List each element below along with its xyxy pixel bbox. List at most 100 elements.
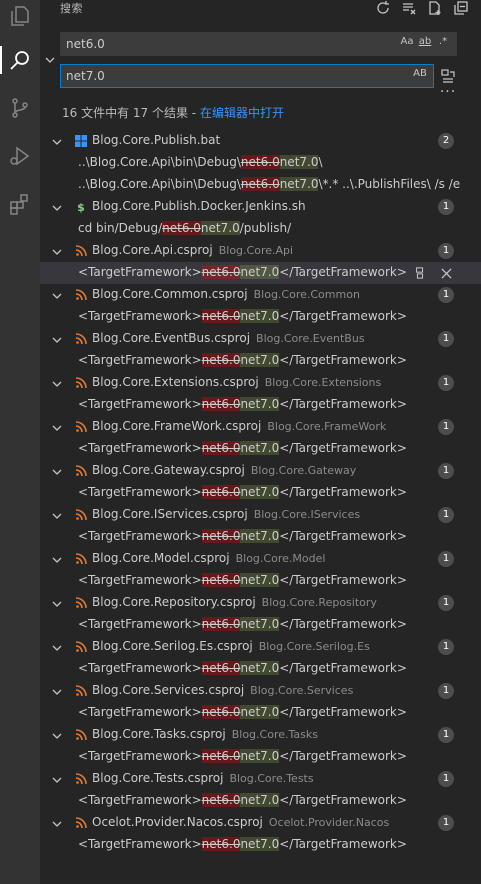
match-result-row[interactable]: <TargetFramework>net6.0net7.0</TargetFra… [40,570,481,592]
file-directory: Blog.Core.IServices [253,508,361,521]
search-input[interactable] [66,37,366,51]
chevron-down-icon[interactable] [52,554,62,564]
match-result-row[interactable]: <TargetFramework>net6.0net7.0</TargetFra… [40,526,481,548]
replace-input[interactable] [66,69,366,83]
match-removed: net6.0 [201,485,241,499]
file-result-row[interactable]: $ Blog.Core.Publish.Docker.Jenkins.sh 1 [40,196,481,218]
chevron-down-icon[interactable] [52,466,62,476]
shell-file-icon: $ [77,200,85,214]
chevron-down-icon[interactable] [52,290,62,300]
match-result-row[interactable]: <TargetFramework>net6.0net7.0</TargetFra… [40,614,481,636]
open-in-editor-link[interactable]: 在编辑器中打开 [200,106,284,120]
chevron-down-icon[interactable] [52,246,62,256]
chevron-down-icon[interactable] [52,378,62,388]
chevron-down-icon[interactable] [52,642,62,652]
use-regex-toggle[interactable]: .* [436,36,450,47]
file-directory: Blog.Core.Serilog.Es [258,640,370,653]
match-prefix: ..\Blog.Core.Api\bin\Debug\ [78,177,241,191]
dismiss-icon[interactable] [439,265,453,281]
match-result-row[interactable]: <TargetFramework>net6.0net7.0</TargetFra… [40,834,481,856]
match-count-badge: 1 [438,199,454,215]
file-result-row[interactable]: Blog.Core.Publish.bat 2 [40,130,481,152]
chevron-down-icon[interactable] [52,730,62,740]
results-summary: 16 文件中有 17 个结果 - 在编辑器中打开 [62,104,284,121]
chevron-down-icon[interactable] [52,818,62,828]
match-result-row[interactable]: ..\Blog.Core.Api\bin\Debug\net6.0net7.0\… [40,174,481,196]
file-name: Blog.Core.Extensions.csproj Blog.Core.Ext… [92,375,381,389]
file-result-row[interactable]: Blog.Core.EventBus.csproj Blog.Core.Event… [40,328,481,350]
chevron-down-icon[interactable] [52,334,62,344]
file-result-row[interactable]: Blog.Core.Services.csproj Blog.Core.Servi… [40,680,481,702]
match-actions [413,265,453,281]
search-icon[interactable] [0,40,40,80]
preserve-case-toggle[interactable]: AB [413,68,427,79]
new-search-editor-icon[interactable] [427,0,443,16]
match-inserted: net7.0 [240,485,280,499]
match-result-row[interactable]: <TargetFramework>net6.0net7.0</TargetFra… [40,790,481,812]
match-result-row[interactable]: <TargetFramework>net6.0net7.0</TargetFra… [40,746,481,768]
match-removed: net6.0 [240,177,280,191]
file-name: Blog.Core.EventBus.csproj Blog.Core.Event… [92,331,365,345]
file-result-row[interactable]: Blog.Core.Api.csproj Blog.Core.Api 1 [40,240,481,262]
file-result-row[interactable]: Ocelot.Provider.Nacos.csproj Ocelot.Provi… [40,812,481,834]
file-result-row[interactable]: Blog.Core.Repository.csproj Blog.Core.Rep… [40,592,481,614]
match-count-badge: 1 [438,727,454,743]
file-directory: Blog.Core.Tasks [231,728,318,741]
match-result-row[interactable]: <TargetFramework>net6.0net7.0</TargetFra… [40,702,481,724]
match-result-row[interactable]: <TargetFramework>net6.0net7.0</TargetFra… [40,394,481,416]
replace-icon[interactable] [413,265,427,281]
file-name-text: Blog.Core.IServices.csproj [92,507,248,521]
file-result-row[interactable]: Blog.Core.FrameWork.csproj Blog.Core.Fram… [40,416,481,438]
explorer-icon[interactable] [0,0,40,36]
file-result-row[interactable]: Blog.Core.Extensions.csproj Blog.Core.Ext… [40,372,481,394]
file-name-text: Blog.Core.Repository.csproj [92,595,256,609]
chevron-down-icon[interactable] [52,136,62,146]
match-result-row[interactable]: <TargetFramework>net6.0net7.0</TargetFra… [40,306,481,328]
run-debug-icon[interactable] [0,136,40,176]
chevron-down-icon[interactable] [52,598,62,608]
match-removed: net6.0 [201,309,241,323]
file-result-row[interactable]: Blog.Core.Serilog.Es.csproj Blog.Core.Ser… [40,636,481,658]
more-options-icon[interactable]: ··· [437,85,459,102]
toggle-replace-chevron-icon[interactable] [44,54,56,66]
refresh-icon[interactable] [375,0,391,16]
match-result-row[interactable]: <TargetFramework>net6.0net7.0</TargetFra… [40,482,481,504]
match-removed: net6.0 [201,265,241,279]
chevron-down-icon[interactable] [52,510,62,520]
match-result-row[interactable]: <TargetFramework>net6.0net7.0</TargetFra… [40,658,481,680]
file-result-row[interactable]: Blog.Core.Model.csproj Blog.Core.Model 1 [40,548,481,570]
file-result-row[interactable]: Blog.Core.Gateway.csproj Blog.Core.Gatewa… [40,460,481,482]
match-result-row[interactable]: cd bin/Debug/net6.0net7.0/publish/ [40,218,481,240]
extensions-icon[interactable] [0,184,40,224]
replace-field[interactable]: AB [60,64,434,88]
clear-results-icon[interactable] [401,0,417,16]
match-result-row[interactable]: ..\Blog.Core.Api\bin\Debug\net6.0net7.0\ [40,152,481,174]
collapse-all-icon[interactable] [453,0,469,16]
chevron-down-icon[interactable] [52,686,62,696]
search-field[interactable]: Aa ab .* [60,32,457,56]
match-removed: net6.0 [201,441,241,455]
match-case-toggle[interactable]: Aa [400,36,414,47]
source-control-icon[interactable] [0,88,40,128]
file-directory: Blog.Core.Common [253,288,360,301]
match-text: <TargetFramework>net6.0net7.0</TargetFra… [78,309,407,323]
file-name-text: Blog.Core.Publish.Docker.Jenkins.sh [92,199,306,213]
file-result-row[interactable]: Blog.Core.Common.csproj Blog.Core.Common 1 [40,284,481,306]
file-result-row[interactable]: Blog.Core.Tests.csproj Blog.Core.Tests 1 [40,768,481,790]
chevron-down-icon[interactable] [52,202,62,212]
chevron-down-icon[interactable] [52,774,62,784]
match-result-row[interactable]: <TargetFramework>net6.0net7.0</TargetFra… [40,262,481,284]
file-name-text: Blog.Core.Common.csproj [92,287,248,301]
match-result-row[interactable]: <TargetFramework>net6.0net7.0</TargetFra… [40,350,481,372]
match-whole-word-toggle[interactable]: ab [418,36,432,47]
file-result-row[interactable]: Blog.Core.IServices.csproj Blog.Core.ISer… [40,504,481,526]
file-directory: Blog.Core.Api [218,244,294,257]
chevron-down-icon[interactable] [52,422,62,432]
match-removed: net6.0 [201,529,241,543]
match-prefix: <TargetFramework> [78,353,202,367]
rss-file-icon [75,553,87,565]
file-result-row[interactable]: Blog.Core.Tasks.csproj Blog.Core.Tasks 1 [40,724,481,746]
file-name-text: Blog.Core.Publish.bat [92,133,221,147]
match-result-row[interactable]: <TargetFramework>net6.0net7.0</TargetFra… [40,438,481,460]
panel-title: 搜索 [60,2,83,15]
